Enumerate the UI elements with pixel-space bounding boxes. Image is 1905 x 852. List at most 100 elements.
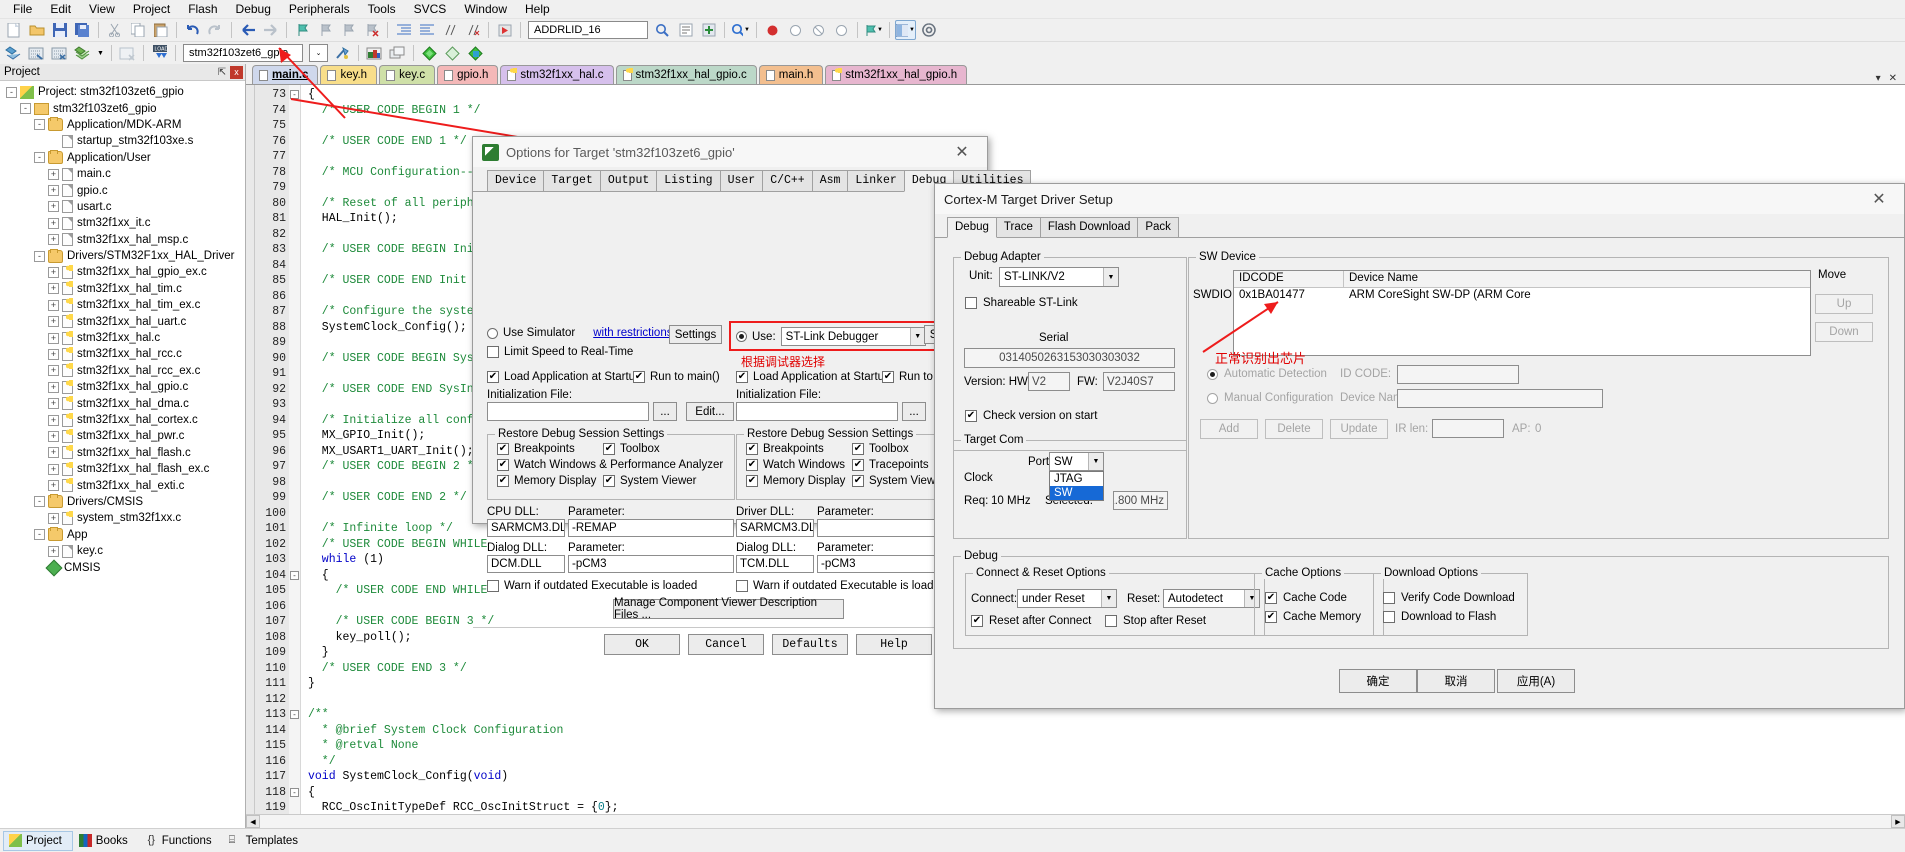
download-flash-checkbox[interactable] [1383,611,1395,623]
reset-after-connect-row[interactable]: ✔ Reset after Connect [971,615,1091,627]
shareable-stlink-row[interactable]: Shareable ST-Link [965,297,1078,309]
tab-trace[interactable]: Trace [995,217,1041,237]
confirm-button[interactable]: 确定 [1339,669,1417,693]
close-icon[interactable]: x [230,65,243,79]
tree-item[interactable]: + stm32f1xx_it.c [0,215,245,231]
tab-device[interactable]: Device [487,170,545,191]
limit-speed-checkbox[interactable] [487,346,499,358]
expand-icon[interactable]: + [48,332,59,344]
tree-item[interactable]: + stm32f1xx_hal_tim.c [0,281,245,297]
tab-scroll-controls[interactable]: ▾ ✕ [1876,73,1905,84]
right-restore-toolbox[interactable]: ✔ Toolbox [852,443,909,455]
expand-icon[interactable]: + [48,512,59,524]
right-load-app-checkbox[interactable]: ✔ [736,371,748,383]
tree-item[interactable]: + usart.c [0,199,245,215]
tree-item[interactable]: - Application/User [0,150,245,166]
download-load-icon[interactable]: LOAD [149,43,170,63]
window-layout-icon[interactable]: ▼ [895,20,916,40]
collapse-icon[interactable]: - [34,496,45,508]
expand-icon[interactable]: + [48,480,59,492]
device-name-input[interactable] [1397,389,1603,408]
tab-listing[interactable]: Listing [656,170,721,191]
menu-item-project[interactable]: Project [124,0,179,18]
breakpoint-clear-all-icon[interactable] [808,20,829,40]
editor-tab-key-h[interactable]: key.h [320,65,378,84]
expand-icon[interactable]: + [48,365,59,377]
menu-item-help[interactable]: Help [516,0,559,18]
back-icon[interactable] [237,20,258,40]
fold-cell[interactable]: - [289,87,300,103]
fold-toggle-icon[interactable]: - [290,787,299,797]
port-option-sw[interactable]: SW [1050,486,1103,500]
expand-icon[interactable]: + [48,234,59,246]
cancel-button[interactable]: Cancel [688,634,764,655]
port-option-jtag[interactable]: JTAG [1050,472,1103,486]
tab-debug[interactable]: Debug [947,217,997,238]
target-dropdown-arrow[interactable]: ⌄ [309,44,328,62]
packs-icon[interactable] [419,43,440,63]
editor-tab-main-h[interactable]: main.h [758,65,824,84]
expand-icon[interactable]: + [48,398,59,410]
status-tab-functions[interactable]: {} Functions [139,831,223,851]
tree-item[interactable]: - stm32f103zet6_gpio [0,100,245,116]
right-sysviewer-checkbox[interactable]: ✔ [852,475,864,487]
cache-memory-checkbox[interactable]: ✔ [1265,611,1277,623]
download-flash-row[interactable]: Download to Flash [1383,611,1496,623]
cache-code-row[interactable]: ✔ Cache Code [1265,592,1347,604]
chevron-down-icon[interactable]: ▼ [1103,268,1118,286]
right-restore-sysviewer[interactable]: ✔ System Viewer [852,475,945,487]
right-init-file-input[interactable] [736,402,898,421]
breakpoint-insert-icon[interactable] [762,20,783,40]
tab-target[interactable]: Target [543,170,601,191]
find-in-files-icon[interactable] [652,20,673,40]
code-line[interactable]: { [308,785,1905,801]
expand-icon[interactable]: + [48,381,59,393]
expand-icon[interactable]: + [48,316,59,328]
tree-item[interactable]: - Drivers/STM32F1xx_HAL_Driver [0,248,245,264]
right-tracepoints-checkbox[interactable]: ✔ [852,459,864,471]
tree-item[interactable]: + stm32f1xx_hal_gpio_ex.c [0,264,245,280]
bookmark-dropdown-icon[interactable]: ▼ [863,20,884,40]
tree-item[interactable]: - Application/MDK-ARM [0,117,245,133]
expand-icon[interactable]: + [48,348,59,360]
left-restore-watch[interactable]: ✔ Watch Windows & Performance Analyzer [497,459,723,471]
driver-dll-input[interactable]: SARMCM3.DLL [736,519,814,537]
menu-item-tools[interactable]: Tools [359,0,405,18]
right-restore-memory[interactable]: ✔ Memory Display [746,475,845,487]
cortex-m-target-driver-setup-dialog[interactable]: Cortex-M Target Driver Setup ✕ Debug Trac… [934,183,1905,709]
editor-tab-gpio-h[interactable]: gpio.h [437,65,499,84]
help-button[interactable]: Help [856,634,932,655]
limit-speed-row[interactable]: Limit Speed to Real-Time [487,346,633,358]
reset-select[interactable]: Autodetect ▼ [1163,589,1260,608]
table-row[interactable]: 0x1BA01477 ARM CoreSight SW-DP (ARM Core [1234,288,1810,305]
ok-button[interactable]: OK [604,634,680,655]
automatic-detection-row[interactable]: Automatic Detection [1207,368,1327,380]
forward-icon[interactable] [260,20,281,40]
right-breakpoints-checkbox[interactable]: ✔ [746,443,758,455]
tree-item[interactable]: + gpio.c [0,182,245,198]
code-line[interactable]: */ [308,754,1905,770]
code-line[interactable]: RCC_OscInitTypeDef RCC_OscInitStruct = {… [308,800,1905,814]
fold-toggle-icon[interactable]: - [290,570,299,580]
tab-list-icon[interactable]: ▾ [1876,73,1881,84]
tree-item[interactable]: + stm32f1xx_hal_cortex.c [0,412,245,428]
menu-item-file[interactable]: File [4,0,41,18]
status-tab-project[interactable]: Project [3,830,73,851]
fw-version-input[interactable]: V2J40S7 [1103,372,1175,391]
scroll-track[interactable] [260,815,1891,828]
tree-item[interactable]: + stm32f1xx_hal.c [0,330,245,346]
comment-icon[interactable] [439,20,460,40]
fold-toggle-icon[interactable]: - [290,710,299,720]
tree-item[interactable]: - App [0,527,245,543]
right-restore-watch[interactable]: ✔ Watch Windows [746,459,845,471]
pin-icon[interactable]: ⇱ [216,67,228,78]
tab-linker[interactable]: Linker [847,170,905,191]
tree-item[interactable]: + stm32f1xx_hal_rcc_ex.c [0,363,245,379]
chevron-down-icon[interactable]: ▼ [1101,590,1116,607]
expand-icon[interactable]: + [48,545,59,557]
delete-button[interactable]: Delete [1265,419,1323,439]
new-file-icon[interactable] [3,20,24,40]
cortex-dialog-close-icon[interactable]: ✕ [1858,185,1900,213]
tab-pack[interactable]: Pack [1137,217,1179,237]
left-dialog-dll-input[interactable]: DCM.DLL [487,555,565,573]
